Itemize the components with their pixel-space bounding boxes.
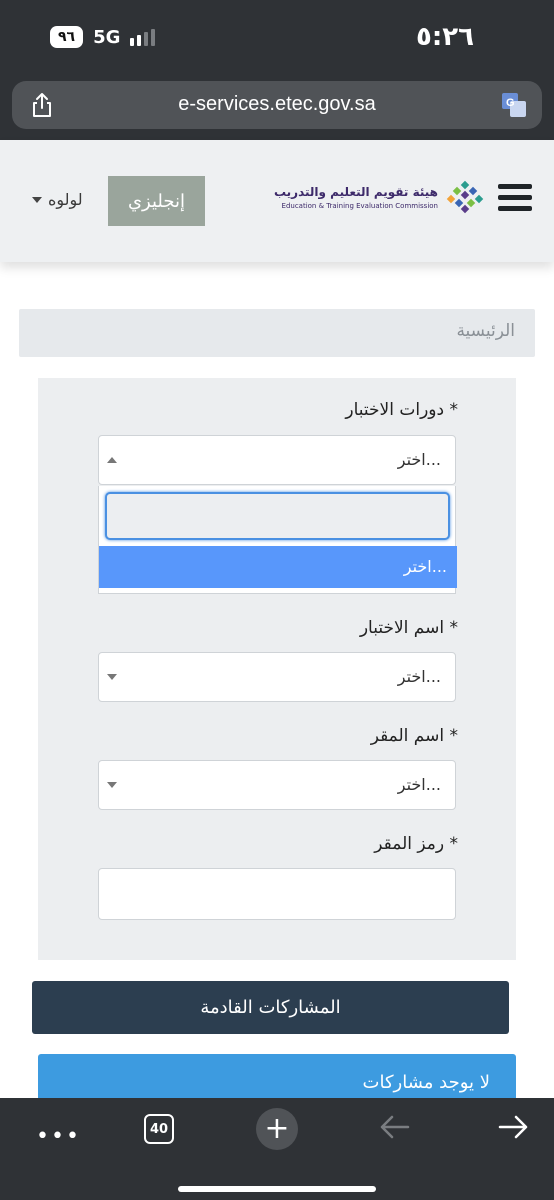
chevron-down-icon: [107, 782, 117, 788]
test-name-select[interactable]: اختر...: [98, 652, 456, 702]
status-time: ٥:٢٦: [415, 22, 474, 52]
home-indicator: [178, 1186, 376, 1192]
status-bar: ٩٦ 5G ٥:٢٦: [0, 0, 554, 70]
user-name: لولوه: [48, 190, 83, 209]
user-menu[interactable]: لولوه: [32, 190, 83, 209]
network-type: 5G: [93, 26, 121, 48]
site-header: هيئة تقويم التعليم والتدريب Education & …: [0, 140, 554, 262]
breadcrumb-home[interactable]: الرئيسية: [456, 321, 515, 341]
test-rounds-select[interactable]: اختر...: [98, 435, 456, 485]
test-rounds-dropdown: اختر...: [98, 486, 457, 594]
url-text[interactable]: e-services.etec.gov.sa: [12, 93, 542, 116]
browser-toolbar: ••• 40 +: [0, 1098, 554, 1200]
upcoming-participations-button[interactable]: المشاركات القادمة: [32, 981, 509, 1034]
translate-icon[interactable]: G: [500, 91, 528, 119]
test-name-label: اسم الاختبار *: [359, 618, 458, 638]
no-participations-text: لا يوجد مشاركات: [362, 1072, 490, 1093]
center-name-label: اسم المقر *: [370, 726, 458, 746]
tabs-button[interactable]: 40: [144, 1114, 174, 1144]
status-indicators: ٩٦ 5G: [50, 26, 156, 48]
logo-mark-icon: [446, 180, 484, 214]
menu-icon[interactable]: [498, 184, 532, 214]
address-bar[interactable]: e-services.etec.gov.sa G: [12, 81, 542, 129]
logo-english-text: Education & Training Evaluation Commissi…: [281, 201, 438, 210]
battery-indicator: ٩٦: [50, 26, 84, 48]
dropdown-option[interactable]: اختر...: [99, 546, 457, 588]
new-tab-icon[interactable]: +: [256, 1108, 298, 1150]
center-name-value: اختر...: [397, 775, 441, 794]
caret-down-icon: [32, 196, 42, 203]
dropdown-search-input[interactable]: [105, 492, 450, 540]
form-panel: دورات الاختبار * اختر... اسم الاختبار * …: [38, 378, 516, 960]
test-name-value: اختر...: [397, 667, 441, 686]
center-name-select[interactable]: اختر...: [98, 760, 456, 810]
signal-icon: [130, 28, 156, 46]
forward-arrow-icon[interactable]: [496, 1112, 530, 1142]
more-icon[interactable]: •••: [36, 1124, 81, 1149]
center-code-label: رمز المقر *: [374, 834, 458, 854]
breadcrumb: الرئيسية: [19, 309, 535, 357]
test-rounds-label: دورات الاختبار *: [345, 400, 458, 420]
logo-arabic-text: هيئة تقويم التعليم والتدريب: [273, 184, 438, 199]
etec-logo[interactable]: هيئة تقويم التعليم والتدريب Education & …: [274, 180, 486, 214]
chevron-down-icon: [107, 674, 117, 680]
browser-address-area: e-services.etec.gov.sa G: [0, 70, 554, 140]
center-code-input[interactable]: [98, 868, 456, 920]
language-button[interactable]: إنجليزي: [108, 176, 205, 226]
dropdown-option-label: اختر...: [403, 557, 447, 576]
svg-text:G: G: [506, 97, 515, 109]
test-rounds-value: اختر...: [397, 450, 441, 469]
back-arrow-icon[interactable]: [378, 1112, 412, 1142]
chevron-up-icon: [107, 457, 117, 463]
